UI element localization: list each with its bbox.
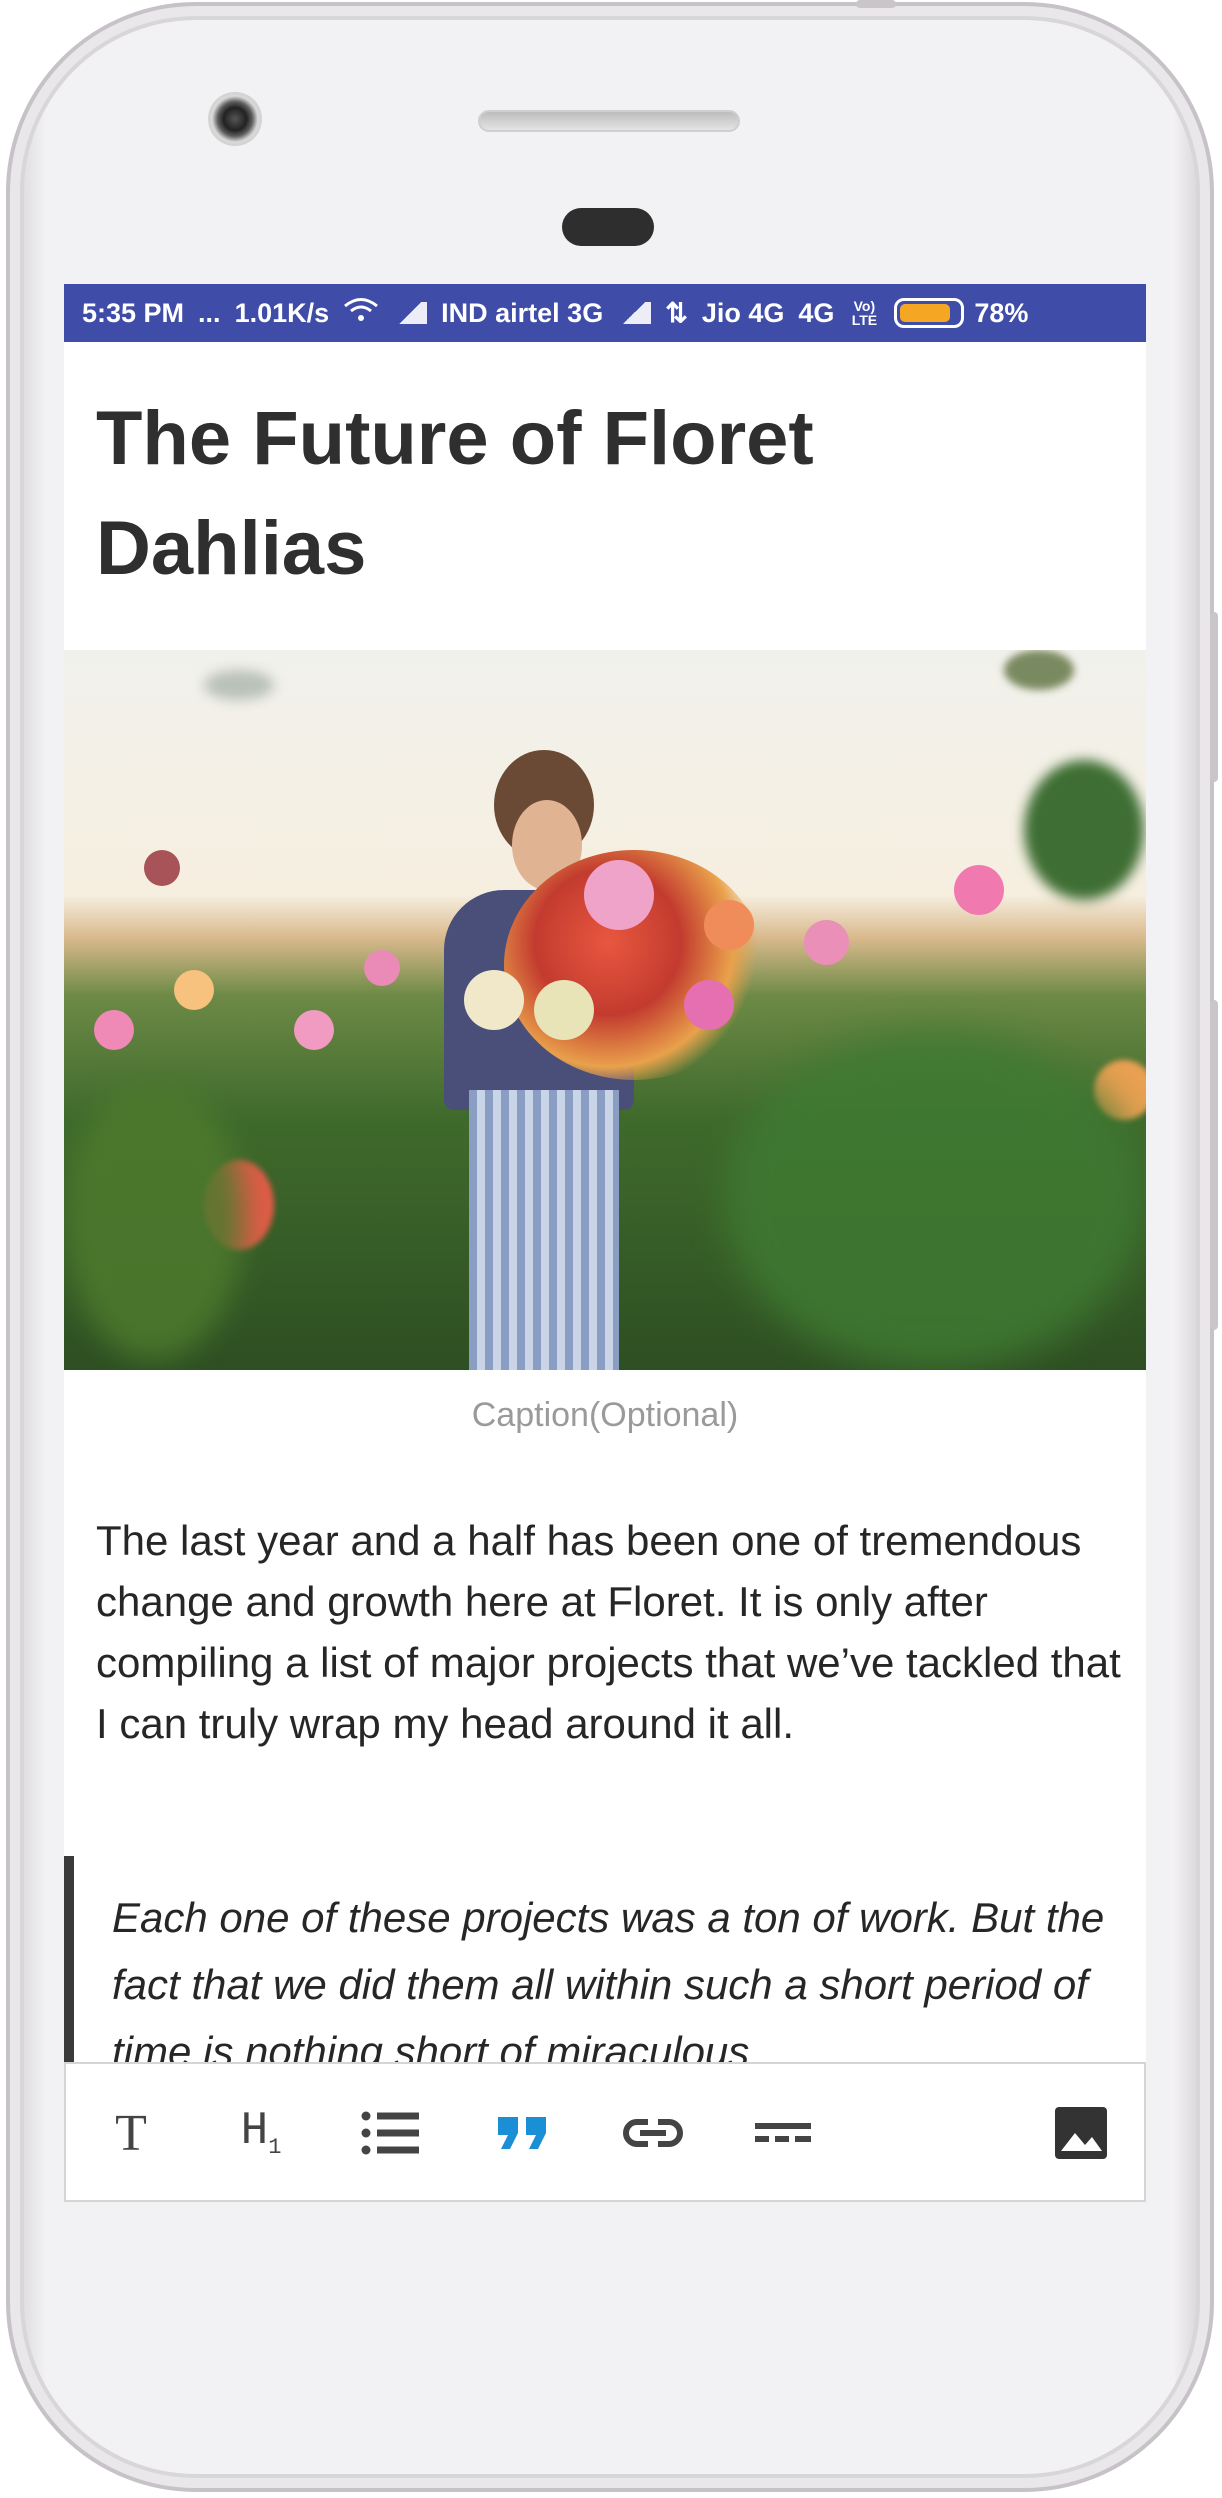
article-paragraph[interactable]: The last year and a half has been one of…	[96, 1510, 1126, 1754]
quote-button[interactable]	[488, 2098, 558, 2168]
quote-text[interactable]: Each one of these projects was a ton of …	[112, 1884, 1146, 2085]
text-button[interactable]: T	[96, 2098, 166, 2168]
quote-icon	[498, 2117, 546, 2149]
data-arrows-icon: ⇅	[665, 297, 688, 328]
status-time: 5:35 PM	[82, 297, 185, 328]
divider-icon	[755, 2123, 811, 2142]
status-network: 4G	[798, 297, 835, 328]
caption-input[interactable]: Caption(Optional)	[64, 1396, 1146, 1435]
heading-button[interactable]: H1	[226, 2098, 296, 2168]
status-bar: 5:35 PM ... 1.01K/s IND airtel 3G ⇅ Jio …	[64, 284, 1146, 342]
list-icon	[361, 2111, 419, 2155]
link-icon	[623, 2119, 683, 2147]
heading-icon: H1	[241, 2105, 282, 2160]
list-button[interactable]	[356, 2098, 426, 2168]
status-carrier2: Jio 4G	[701, 297, 785, 328]
heading-icon-letter: H	[240, 2105, 269, 2158]
divider-button[interactable]	[748, 2098, 818, 2168]
screen: 5:35 PM ... 1.01K/s IND airtel 3G ⇅ Jio …	[64, 284, 1146, 2202]
signal-icon-2	[617, 302, 652, 324]
earpiece-speaker	[478, 110, 740, 132]
text-icon: T	[115, 2104, 147, 2162]
front-camera	[208, 92, 262, 146]
signal-icon	[393, 302, 428, 324]
volte-icon: Vo) LTE	[851, 298, 878, 328]
wifi-icon	[343, 297, 379, 330]
proximity-sensor	[562, 208, 654, 246]
volume-button	[1210, 612, 1218, 782]
status-dots: ...	[198, 297, 221, 328]
status-speed: 1.01K/s	[234, 297, 330, 328]
article-title[interactable]: The Future of Floret Dahlias	[96, 384, 1096, 604]
image-icon	[1055, 2107, 1107, 2159]
status-battery: 78%	[974, 297, 1029, 328]
link-button[interactable]	[618, 2098, 688, 2168]
heading-icon-level: 1	[268, 2135, 282, 2161]
insert-image-button[interactable]	[1046, 2098, 1116, 2168]
formatting-toolbar: T H1	[64, 2062, 1146, 2202]
top-button	[856, 0, 896, 8]
battery-icon	[894, 298, 965, 328]
status-carrier1: IND airtel 3G	[441, 297, 604, 328]
power-button	[1210, 1000, 1218, 1330]
article-image[interactable]	[64, 650, 1146, 1370]
